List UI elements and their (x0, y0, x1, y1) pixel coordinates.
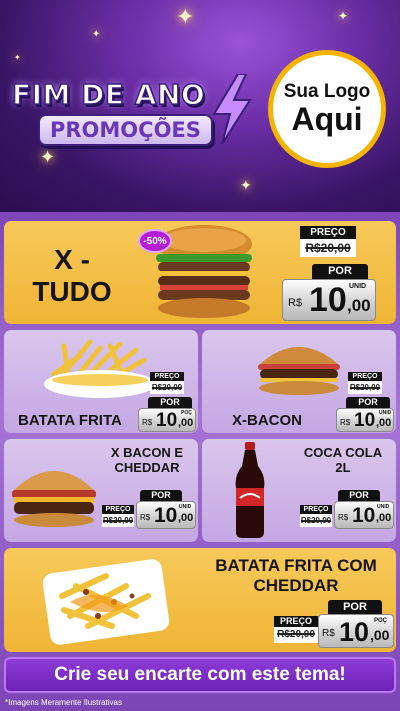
title-line-1: FIM DE ANO (11, 77, 206, 112)
old-price: R$20,00 (102, 514, 134, 527)
price-tag: PREÇO R$20,00 POR R$ 10 ,00 UNID (102, 490, 196, 530)
new-price: R$ 10 ,00 UNID (334, 501, 394, 529)
product-name: BATATA FRITA COM CHEDDAR (215, 556, 377, 595)
product-name: X BACON E CHEDDAR (110, 445, 184, 475)
new-price-label: POR (312, 264, 368, 279)
product-name: BATATA FRITA (18, 412, 122, 429)
sparkle-icon: ✦ (14, 53, 21, 62)
sparkle-icon: ✦ (176, 4, 195, 29)
old-price: R$20,00 (300, 239, 356, 257)
old-price-label: PREÇO (274, 616, 318, 627)
price-tag: PREÇO R$20,00 POR R$ 10 ,00 POÇ (274, 600, 394, 650)
disclaimer-text: *Imagens Meramente Ilustrativas (5, 698, 122, 707)
price-tag: PREÇO R$20,00 POR R$ 10 ,00 POÇ (138, 372, 196, 432)
burger-image (12, 471, 96, 527)
old-price-label: PREÇO (300, 505, 332, 514)
new-price-label: POR (140, 490, 182, 501)
sparkle-icon: ✦ (92, 29, 101, 40)
product-name: COCA COLA 2L (303, 445, 383, 475)
title-line-2: PROMOÇÕES (38, 114, 213, 146)
soda-bottle-image (235, 442, 265, 538)
lightning-bolt-icon (212, 74, 252, 144)
logo-line-1: Sua Logo (283, 81, 371, 103)
sparkle-icon: ✦ (40, 147, 56, 167)
burger-image (258, 347, 340, 395)
new-price: R$ 10 ,00 POÇ (138, 408, 196, 432)
product-name: X-BACON (232, 412, 302, 429)
price-tag: PREÇO R$20,00 POR R$ 10 ,00 UNID (282, 226, 394, 322)
price-tag: PREÇO R$20,00 POR R$ 10 ,00 UNID (336, 372, 394, 432)
old-price-label: PREÇO (150, 372, 184, 381)
new-price: R$ 10 ,00 UNID (136, 501, 196, 529)
fries-cheddar-image (42, 559, 170, 645)
new-price: R$ 10 ,00 UNID (282, 279, 376, 321)
new-price-label: POR (148, 397, 192, 408)
price-tag: PREÇO R$20,00 POR R$ 10 ,00 UNID (300, 490, 394, 530)
old-price-label: PREÇO (348, 372, 382, 381)
old-price: R$20,00 (348, 381, 382, 394)
old-price: R$20,00 (300, 514, 332, 527)
new-price-label: POR (346, 397, 390, 408)
old-price: R$20,00 (150, 381, 184, 394)
product-name: X - TUDO (32, 244, 112, 308)
create-flyer-button[interactable]: Crie seu encarte com este tema! (4, 657, 396, 693)
new-price: R$ 10 ,00 UNID (336, 408, 394, 432)
sparkle-icon: ✦ (338, 9, 349, 23)
old-price-label: PREÇO (102, 505, 134, 514)
new-price: R$ 10 ,00 POÇ (318, 614, 394, 648)
sparkle-icon: ✦ (240, 177, 252, 193)
header-banner: ✦ ✦ ✦ ✦ ✦ ✦ FIM DE ANO PROMOÇÕES Sua Log… (0, 0, 400, 212)
old-price-label: PREÇO (300, 226, 356, 239)
logo-line-2: Aqui (291, 101, 363, 138)
new-price-label: POR (338, 490, 380, 501)
logo-placeholder: Sua Logo Aqui (268, 50, 386, 168)
discount-badge: -50% (138, 229, 172, 253)
old-price: R$20,00 (274, 627, 318, 643)
new-price-label: POR (328, 600, 382, 614)
